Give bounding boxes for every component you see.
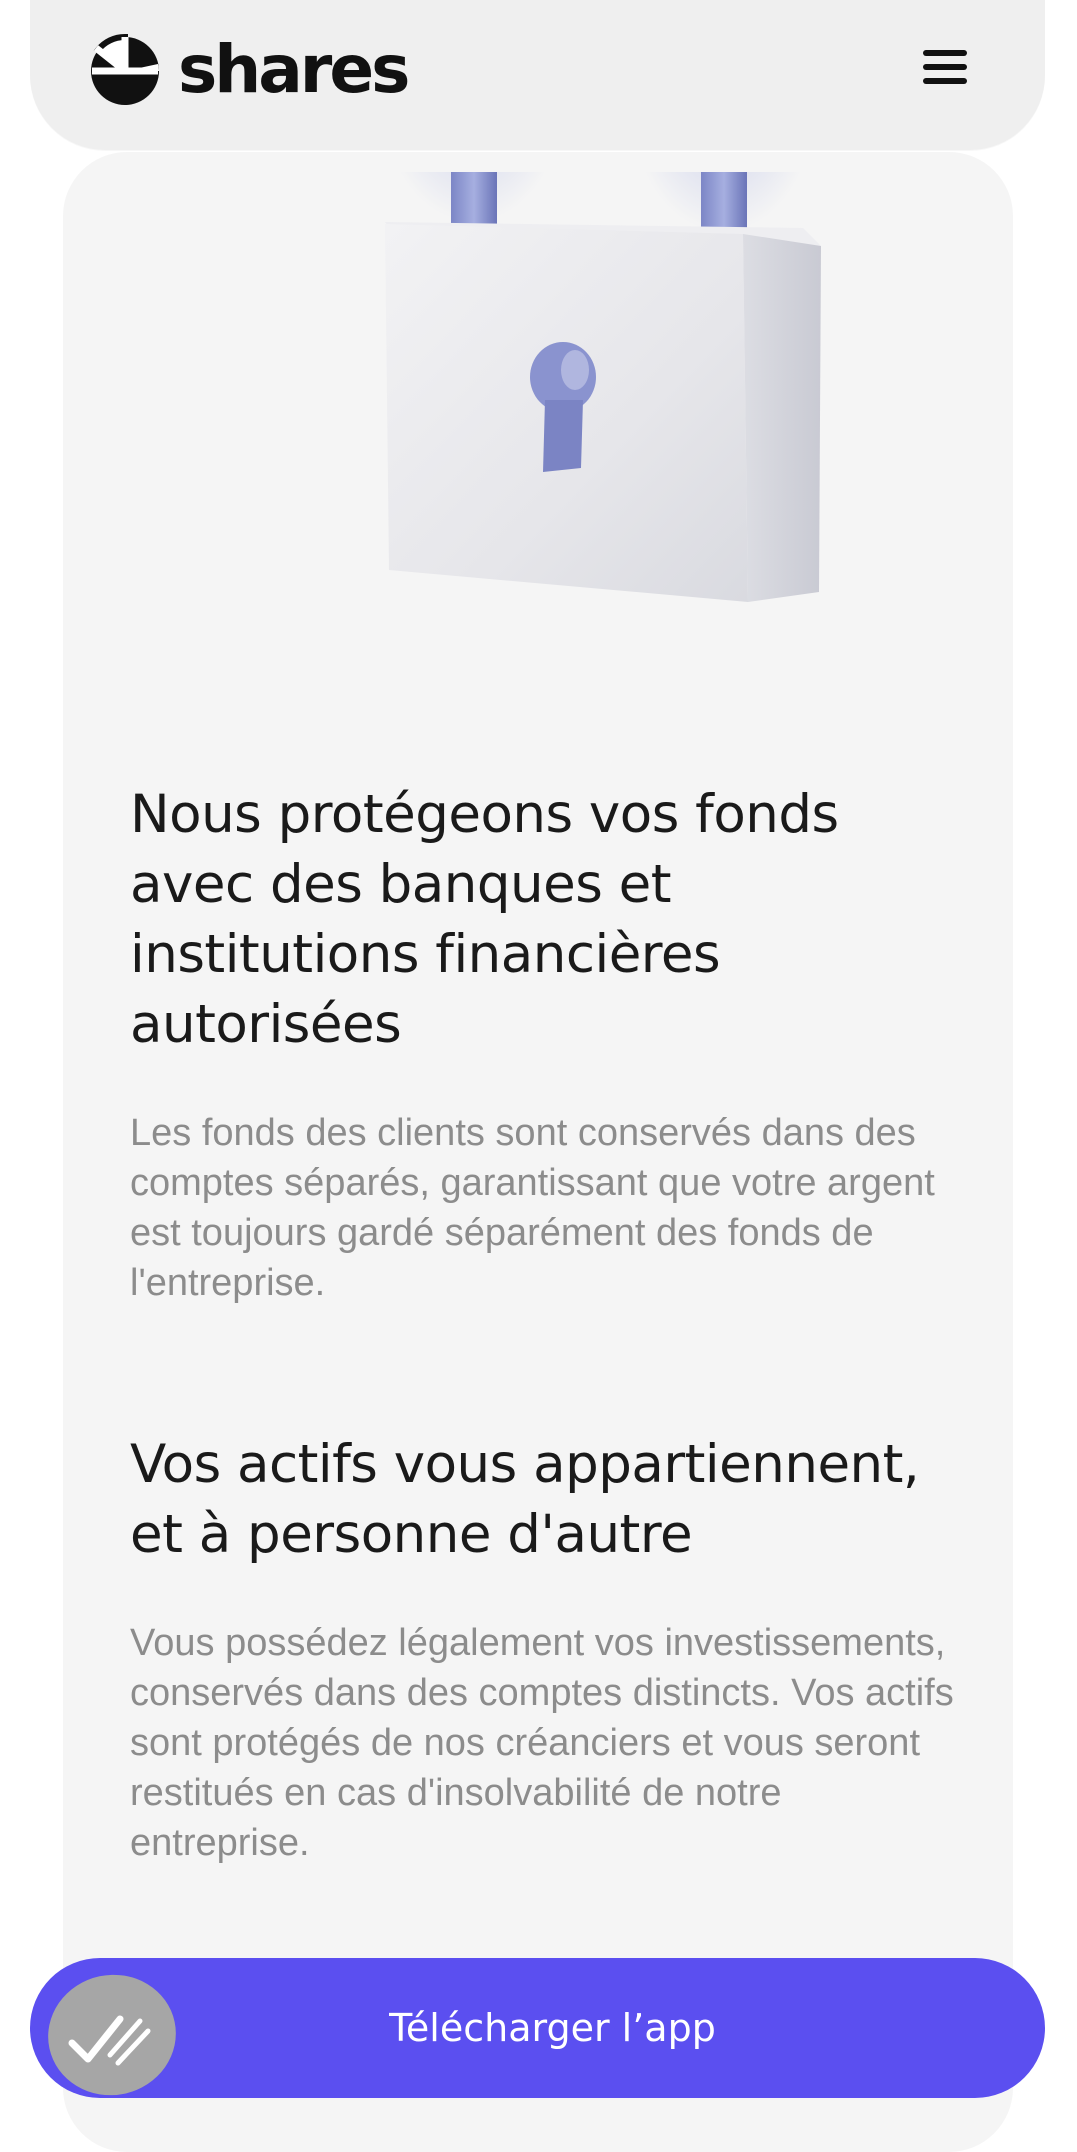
padlock-illustration — [333, 0, 853, 752]
section-title: Vos actifs vous appartiennent, et à pers… — [130, 1434, 920, 1565]
section-title: Nous protégeons vos fonds avec des banqu… — [130, 784, 839, 1055]
double-check-icon[interactable] — [36, 1963, 188, 2107]
section-body: Vous possédez légalement vos investissem… — [130, 1622, 954, 1864]
section-asset-ownership: Vos actifs vous appartiennent, et à pers… — [130, 1430, 960, 1868]
section-body: Les fonds des clients sont conservés dan… — [130, 1112, 935, 1304]
download-app-label: Télécharger l’app — [389, 2006, 716, 2050]
hamburger-menu-icon[interactable] — [923, 50, 967, 84]
download-app-button[interactable]: Télécharger l’app — [30, 1958, 1045, 2098]
top-header: shares — [30, 0, 1045, 150]
logo-text: shares — [178, 30, 410, 108]
shares-logo-icon — [90, 28, 160, 111]
section-funds-protection: Nous protégeons vos fonds avec des banqu… — [130, 780, 960, 1308]
shares-logo[interactable]: shares — [90, 28, 410, 111]
